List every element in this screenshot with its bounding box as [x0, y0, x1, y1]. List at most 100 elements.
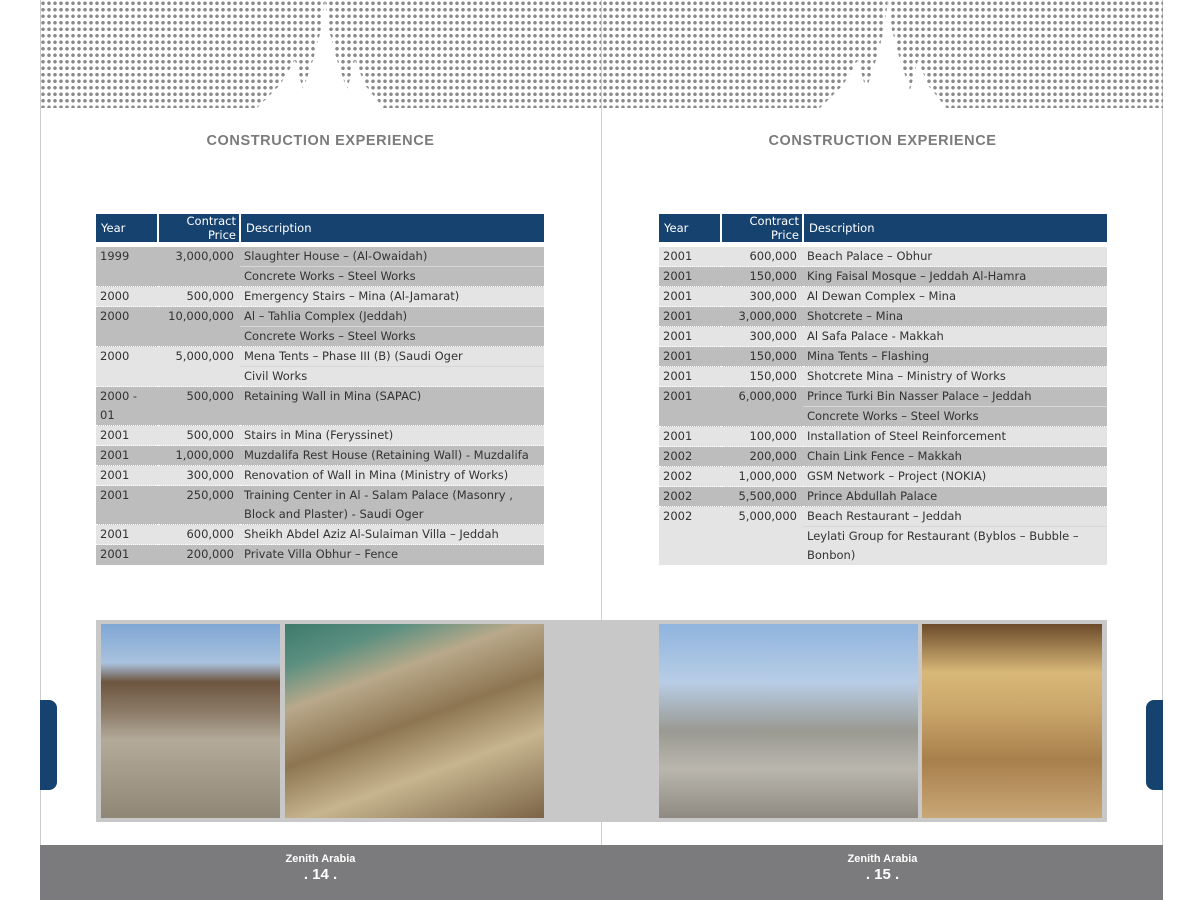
price-cell [721, 406, 803, 427]
year-cell: 2001 [659, 286, 721, 307]
table-row: 2001 300,000 Al Dewan Complex – Mina [659, 286, 1107, 307]
description-cell: Shotcrete Mina – Ministry of Works [803, 366, 1107, 387]
year-cell: 2001 [659, 426, 721, 447]
price-cell: 150,000 [721, 266, 803, 287]
header-description: Description [803, 214, 1107, 247]
description-cell: Prince Abdullah Palace [803, 486, 1107, 507]
price-cell: 10,000,000 [158, 306, 240, 327]
table-row: 2001 300,000 Renovation of Wall in Mina (M… [96, 465, 544, 486]
price-cell: 500,000 [158, 286, 240, 307]
table-row: 2002 1,000,000 GSM Network – Project (NOKI… [659, 466, 1107, 487]
table-row: Civil Works [96, 366, 544, 387]
page-number: . 15 . [865, 866, 900, 883]
description-cell: Renovation of Wall in Mina (Ministry of … [240, 465, 544, 486]
description-cell: Beach Palace – Obhur [803, 244, 1107, 267]
description-cell: Prince Turki Bin Nasser Palace – Jeddah [803, 386, 1107, 407]
year-cell: 2001 [96, 445, 158, 466]
table-row: 2002 200,000 Chain Link Fence – Makkah [659, 446, 1107, 467]
year-cell: 2002 [659, 486, 721, 507]
price-cell: 300,000 [721, 286, 803, 307]
year-cell [96, 266, 158, 287]
price-cell [721, 526, 803, 565]
description-cell: Stairs in Mina (Feryssinet) [240, 425, 544, 446]
description-cell: Concrete Works – Steel Works [803, 406, 1107, 427]
header-contract-price: Contract Price [721, 214, 804, 247]
table-row: 2001 600,000 Sheikh Abdel Aziz Al-Sulaiman… [96, 524, 544, 545]
table-row: Concrete Works – Steel Works [96, 326, 544, 347]
description-cell: Al – Tahlia Complex (Jeddah) [240, 306, 544, 327]
header-contract-price: Contract Price [158, 214, 241, 247]
year-cell: 2001 [659, 306, 721, 327]
description-cell: Shotcrete – Mina [803, 306, 1107, 327]
year-cell: 2001 [659, 366, 721, 387]
description-cell: Beach Restaurant – Jeddah [803, 506, 1107, 527]
header-description: Description [240, 214, 544, 247]
price-cell: 600,000 [158, 524, 240, 545]
table-row: 2000 5,000,000 Mena Tents – Phase III (B) … [96, 346, 544, 367]
description-cell: Concrete Works – Steel Works [240, 326, 544, 347]
description-cell: Private Villa Obhur – Fence [240, 544, 544, 565]
tower-silhouette-right [818, 0, 948, 110]
price-cell: 250,000 [158, 485, 240, 525]
description-cell: Mena Tents – Phase III (B) (Saudi Oger [240, 346, 544, 367]
table-row: 2000 10,000,000 Al – Tahlia Complex (Jedda… [96, 306, 544, 327]
table-row: 2002 5,500,000 Prince Abdullah Palace [659, 486, 1107, 507]
price-cell: 1,000,000 [721, 466, 803, 487]
brand-name: Zenith Arabia [847, 853, 918, 865]
year-cell: 2001 [659, 346, 721, 367]
year-cell [659, 406, 721, 427]
price-cell: 6,000,000 [721, 386, 803, 407]
description-cell: Retaining Wall in Mina (SAPAC) [240, 386, 544, 426]
tower-silhouette-left [255, 0, 385, 110]
table-row: 2001 3,000,000 Shotcrete – Mina [659, 306, 1107, 327]
table-row: Concrete Works – Steel Works [96, 266, 544, 287]
description-cell: Mina Tents – Flashing [803, 346, 1107, 367]
table-row: 2001 150,000 Shotcrete Mina – Ministry of … [659, 366, 1107, 387]
year-cell: 2000 [96, 306, 158, 327]
construction-photo-foundation [285, 624, 544, 818]
year-cell: 2001 [659, 244, 721, 267]
table-row: 2001 6,000,000 Prince Turki Bin Nasser Pal… [659, 386, 1107, 407]
year-cell: 2001 [96, 485, 158, 525]
interior-photo-corridor [922, 624, 1102, 818]
description-cell: GSM Network – Project (NOKIA) [803, 466, 1107, 487]
footer-left: Zenith Arabia . 14 . [40, 853, 601, 883]
price-cell: 100,000 [721, 426, 803, 447]
year-cell: 2001 [96, 544, 158, 565]
table-row: 2001 200,000 Private Villa Obhur – Fence [96, 544, 544, 565]
price-cell: 5,500,000 [721, 486, 803, 507]
price-cell: 500,000 [158, 386, 240, 426]
price-cell: 200,000 [158, 544, 240, 565]
page-title-left: CONSTRUCTION EXPERIENCE [206, 133, 435, 149]
page-title-right: CONSTRUCTION EXPERIENCE [768, 133, 997, 149]
year-cell [659, 526, 721, 565]
table-row: 2001 150,000 King Faisal Mosque – Jeddah A… [659, 266, 1107, 287]
description-cell: Emergency Stairs – Mina (Al-Jamarat) [240, 286, 544, 307]
price-cell [158, 366, 240, 387]
construction-table-left: Year Contract Price Description 1999 3,00… [96, 214, 544, 565]
year-cell: 2002 [659, 466, 721, 487]
construction-table-right: Year Contract Price Description 2001 600,… [659, 214, 1107, 565]
table-row: 2001 500,000 Stairs in Mina (Feryssinet) [96, 425, 544, 446]
table-row: 2001 150,000 Mina Tents – Flashing [659, 346, 1107, 367]
table-row: 2000 500,000 Emergency Stairs – Mina (Al-J… [96, 286, 544, 307]
table-row: 2001 250,000 Training Center in Al - Salam… [96, 485, 544, 525]
price-cell: 1,000,000 [158, 445, 240, 466]
table-row: 2001 100,000 Installation of Steel Reinfor… [659, 426, 1107, 447]
price-cell: 600,000 [721, 244, 803, 267]
price-cell: 200,000 [721, 446, 803, 467]
year-cell: 2002 [659, 446, 721, 467]
table-row: 2001 600,000 Beach Palace – Obhur [659, 244, 1107, 267]
price-cell: 3,000,000 [158, 244, 240, 267]
table-row: 2001 300,000 Al Safa Palace - Makkah [659, 326, 1107, 347]
description-cell: Training Center in Al - Salam Palace (Ma… [240, 485, 544, 525]
footer-right: Zenith Arabia . 15 . [602, 853, 1163, 883]
year-cell: 2001 [659, 386, 721, 407]
side-tab-left [40, 700, 57, 790]
side-tab-right [1146, 700, 1163, 790]
year-cell: 2001 [96, 524, 158, 545]
description-cell: Al Dewan Complex – Mina [803, 286, 1107, 307]
price-cell: 5,000,000 [721, 506, 803, 527]
year-cell [96, 366, 158, 387]
price-cell: 150,000 [721, 366, 803, 387]
